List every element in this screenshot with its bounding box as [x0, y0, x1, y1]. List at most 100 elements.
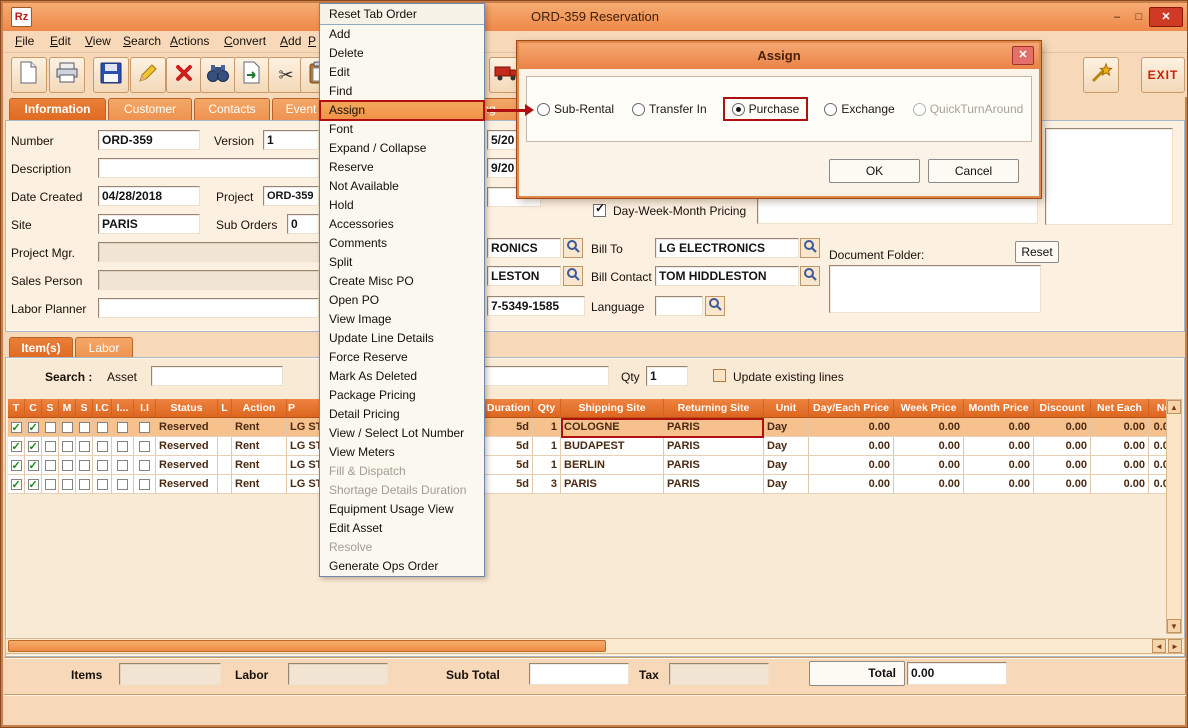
menu-item-reset-tab-order[interactable]: Reset Tab Order — [320, 4, 484, 25]
qty-input[interactable]: 1 — [646, 366, 688, 386]
dialog-close-icon[interactable]: ✕ — [1012, 46, 1034, 65]
radio-transfer-in[interactable]: Transfer In — [632, 102, 707, 116]
menu-item-mark-as-deleted[interactable]: Mark As Deleted — [320, 367, 484, 386]
row-checkbox[interactable] — [79, 460, 90, 471]
col-header-net[interactable]: Ne — [1149, 399, 1166, 418]
row-checkbox[interactable] — [11, 422, 22, 433]
row-checkbox[interactable] — [117, 441, 128, 452]
row-checkbox[interactable] — [97, 441, 108, 452]
menu-item-add[interactable]: Add — [320, 25, 484, 44]
col-header-day-price[interactable]: Day/Each Price — [809, 399, 894, 418]
customer-field[interactable]: RONICS — [487, 238, 561, 258]
row-checkbox[interactable] — [11, 441, 22, 452]
radio-icon[interactable] — [632, 103, 645, 116]
row-checkbox[interactable] — [45, 479, 56, 490]
language-field[interactable] — [655, 296, 703, 316]
menu-view[interactable]: View — [85, 34, 111, 48]
exit-button[interactable]: EXIT — [1141, 57, 1185, 93]
row-checkbox[interactable] — [28, 460, 39, 471]
delete-button[interactable] — [166, 57, 202, 93]
table-row[interactable]: Reserved Rent LG ST 5d 1 COLOGNE PARIS D… — [8, 418, 1166, 437]
col-header[interactable]: I.I — [134, 399, 156, 418]
row-checkbox[interactable] — [45, 441, 56, 452]
col-header-status[interactable]: Status — [156, 399, 218, 418]
col-header[interactable]: S — [42, 399, 59, 418]
language-search-button[interactable] — [705, 296, 725, 316]
col-header[interactable]: I.C — [93, 399, 112, 418]
menu-item-edit-asset[interactable]: Edit Asset — [320, 519, 484, 538]
phone-field[interactable]: 7-5349-1585 — [487, 296, 585, 316]
menu-partial[interactable]: P — [308, 34, 316, 48]
bill-contact-search-button[interactable] — [800, 266, 820, 286]
menu-item-reserve[interactable]: Reserve — [320, 158, 484, 177]
table-row[interactable]: Reserved Rent LG ST 5d 1 BERLIN PARIS Da… — [8, 456, 1166, 475]
row-checkbox[interactable] — [117, 460, 128, 471]
menu-item-edit[interactable]: Edit — [320, 63, 484, 82]
close-icon[interactable]: ✕ — [1149, 7, 1183, 27]
scroll-down-icon[interactable]: ▼ — [1167, 619, 1181, 633]
col-header-qty[interactable]: Qty — [533, 399, 561, 418]
sub-orders-field[interactable]: 0 — [287, 214, 319, 234]
save-button[interactable] — [93, 57, 129, 93]
menu-item-assign[interactable]: Assign — [320, 101, 484, 120]
description-field[interactable] — [98, 158, 319, 178]
row-checkbox[interactable] — [28, 479, 39, 490]
menu-item-find[interactable]: Find — [320, 82, 484, 101]
menu-item-equipment-usage-view[interactable]: Equipment Usage View — [320, 500, 484, 519]
row-checkbox[interactable] — [139, 460, 150, 471]
radio-icon[interactable] — [537, 103, 550, 116]
update-existing-lines-checkbox[interactable] — [713, 369, 726, 382]
menu-item-view-select-lot-number[interactable]: View / Select Lot Number — [320, 424, 484, 443]
row-checkbox[interactable] — [139, 441, 150, 452]
col-header-month-price[interactable]: Month Price — [964, 399, 1034, 418]
table-row[interactable]: Reserved Rent LG ST 5d 1 BUDAPEST PARIS … — [8, 437, 1166, 456]
scrollbar-thumb[interactable] — [8, 640, 606, 652]
menu-add[interactable]: Add — [280, 34, 301, 48]
col-header-net-each[interactable]: Net Each — [1091, 399, 1149, 418]
menu-item-expand-collapse[interactable]: Expand / Collapse — [320, 139, 484, 158]
menu-actions[interactable]: Actions — [170, 34, 209, 48]
row-checkbox[interactable] — [79, 422, 90, 433]
row-checkbox[interactable] — [117, 422, 128, 433]
cut-button[interactable]: ✂ — [268, 57, 304, 93]
col-header-duration[interactable]: Duration — [485, 399, 533, 418]
contact-field[interactable]: LESTON — [487, 266, 561, 286]
bill-to-search-button[interactable] — [800, 238, 820, 258]
radio-exchange[interactable]: Exchange — [824, 102, 894, 116]
number-field[interactable]: ORD-359 — [98, 130, 200, 150]
menu-convert[interactable]: Convert — [224, 34, 266, 48]
table-horizontal-scrollbar[interactable]: ◄ ► — [5, 638, 1185, 654]
col-header-shipping-site[interactable]: Shipping Site — [561, 399, 664, 418]
menu-item-split[interactable]: Split — [320, 253, 484, 272]
menu-item-force-reserve[interactable]: Force Reserve — [320, 348, 484, 367]
tab-items[interactable]: Item(s) — [9, 337, 73, 358]
table-vertical-scrollbar[interactable]: ▲ ▼ — [1166, 399, 1182, 634]
edit-button[interactable] — [130, 57, 166, 93]
day-week-month-pricing-checkbox[interactable] — [593, 204, 606, 217]
row-checkbox[interactable] — [97, 479, 108, 490]
row-checkbox[interactable] — [117, 479, 128, 490]
radio-icon[interactable] — [824, 103, 837, 116]
tab-contacts[interactable]: Contacts — [194, 98, 270, 120]
date-created-field[interactable]: 04/28/2018 — [98, 186, 200, 206]
menu-item-delete[interactable]: Delete — [320, 44, 484, 63]
convert-button[interactable] — [234, 57, 270, 93]
menu-file[interactable]: File — [15, 34, 34, 48]
menu-item-detail-pricing[interactable]: Detail Pricing — [320, 405, 484, 424]
col-header[interactable]: I... — [112, 399, 134, 418]
site-field[interactable]: PARIS — [98, 214, 200, 234]
menu-item-accessories[interactable]: Accessories — [320, 215, 484, 234]
col-header-discount[interactable]: Discount — [1034, 399, 1091, 418]
scroll-up-icon[interactable]: ▲ — [1167, 400, 1181, 414]
menu-item-create-misc-po[interactable]: Create Misc PO — [320, 272, 484, 291]
col-header[interactable]: T — [8, 399, 25, 418]
contact-search-button[interactable] — [563, 266, 583, 286]
col-header[interactable]: C — [25, 399, 42, 418]
scroll-left-icon[interactable]: ◄ — [1152, 639, 1166, 653]
row-checkbox[interactable] — [97, 460, 108, 471]
menu-edit[interactable]: Edit — [50, 34, 71, 48]
version-field[interactable]: 1 — [263, 130, 319, 150]
menu-item-not-available[interactable]: Not Available — [320, 177, 484, 196]
row-checkbox[interactable] — [62, 422, 73, 433]
bill-contact-field[interactable]: TOM HIDDLESTON — [655, 266, 799, 286]
